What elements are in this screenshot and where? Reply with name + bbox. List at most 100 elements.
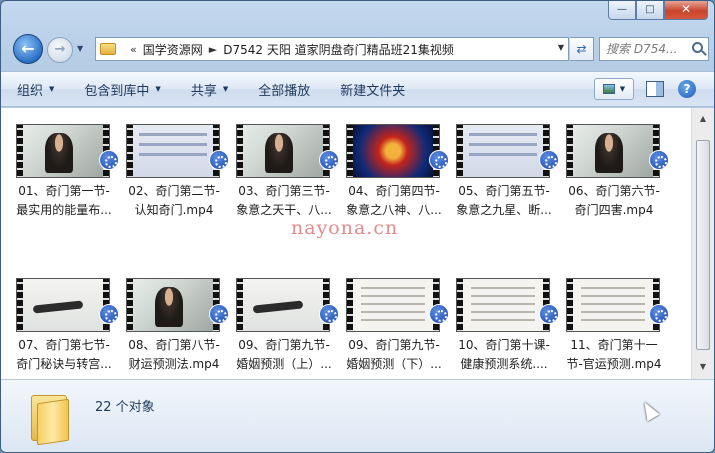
file-name-line-1: 02、奇门第二节- <box>128 184 220 198</box>
file-name-line-1: 01、奇门第一节- <box>18 184 110 198</box>
media-player-icon <box>429 150 449 170</box>
media-player-icon <box>209 150 229 170</box>
navigation-bar: ← → ▼ « 国学资源网 ► D7542 天阳 道家阴盘奇门精品班21集视频 … <box>9 31 709 67</box>
media-player-icon <box>649 304 669 324</box>
organize-label: 组织 <box>17 83 44 99</box>
file-name: 09、奇门第九节- 婚姻预测（下）... <box>341 336 447 374</box>
address-dropdown-icon[interactable]: ▼ <box>558 43 564 52</box>
video-thumbnail <box>16 124 110 178</box>
file-name-line-2: 健康预测系统.... <box>460 357 548 371</box>
media-player-icon <box>319 150 339 170</box>
close-button[interactable]: ✕ <box>664 1 708 20</box>
watermark-text: nayona.cn <box>291 217 399 239</box>
back-button[interactable]: ← <box>13 34 43 64</box>
breadcrumb-separator-icon[interactable]: ► <box>209 43 217 56</box>
video-thumbnail <box>126 278 220 332</box>
file-name-line-1: 04、奇门第四节- <box>348 184 440 198</box>
address-bar[interactable]: « 国学资源网 ► D7542 天阳 道家阴盘奇门精品班21集视频 ▼ <box>95 37 569 61</box>
file-name-line-2: 节-官运预测.mp4 <box>566 357 662 371</box>
file-item[interactable]: 02、奇门第二节- 认知奇门.mp4 <box>121 108 229 228</box>
file-item[interactable]: 08、奇门第八节- 财运预测法.mp4 <box>121 262 229 382</box>
scroll-up-icon[interactable]: ▲ <box>696 112 710 126</box>
file-item[interactable]: 03、奇门第三节- 象意之天干、八... <box>231 108 339 228</box>
file-name: 03、奇门第三节- 象意之天干、八... <box>231 182 337 220</box>
vertical-scrollbar[interactable]: ▲ ▼ <box>691 108 714 379</box>
file-name-line-1: 08、奇门第八节- <box>128 338 220 352</box>
file-list[interactable]: 01、奇门第一节- 最实用的能量布... 02、奇门第二节- 认知奇门.mp4 03、奇… <box>1 108 691 379</box>
media-player-icon <box>99 150 119 170</box>
file-name-line-1: 06、奇门第六节- <box>568 184 660 198</box>
file-item[interactable]: 06、奇门第六节- 奇门四害.mp4 <box>561 108 669 228</box>
preview-pane-icon[interactable] <box>646 81 664 97</box>
file-name-line-1: 09、奇门第九节- <box>238 338 330 352</box>
scrollbar-thumb[interactable] <box>696 140 710 350</box>
file-name-line-1: 03、奇门第三节- <box>238 184 330 198</box>
thumbnail-view-icon <box>602 84 615 94</box>
search-input[interactable]: 搜索 D754... <box>599 37 709 61</box>
file-item[interactable]: 09、奇门第九节- 婚姻预测（上）... <box>231 262 339 382</box>
organize-menu[interactable]: 组织 ▼ <box>17 80 54 99</box>
file-item[interactable]: 10、奇门第十课- 健康预测系统.... <box>451 262 559 382</box>
video-thumbnail <box>566 278 660 332</box>
include-in-library-menu[interactable]: 包含到库中 ▼ <box>84 80 160 99</box>
video-thumbnail <box>236 278 330 332</box>
file-name-line-1: 05、奇门第五节- <box>458 184 550 198</box>
file-name-line-1: 07、奇门第七节- <box>18 338 110 352</box>
video-thumbnail <box>126 124 220 178</box>
file-name: 05、奇门第五节- 象意之九星、断... <box>451 182 557 220</box>
forward-button[interactable]: → <box>47 37 73 63</box>
refresh-button[interactable]: ⇄ <box>570 37 594 61</box>
new-folder-button[interactable]: 新建文件夹 <box>340 80 405 99</box>
explorer-window: — □ ✕ ← → ▼ « 国学资源网 ► D7542 天阳 道家阴盘奇门精品班… <box>0 0 715 453</box>
change-view-button[interactable]: ▼ <box>594 78 634 100</box>
file-name: 01、奇门第一节- 最实用的能量布... <box>11 182 117 220</box>
breadcrumb-overflow-icon[interactable]: « <box>130 43 137 56</box>
video-thumbnail <box>346 278 440 332</box>
search-icon[interactable] <box>692 42 703 53</box>
folder-icon <box>100 43 116 55</box>
file-item[interactable]: 01、奇门第一节- 最实用的能量布... <box>11 108 119 228</box>
video-thumbnail <box>456 278 550 332</box>
recent-pages-chevron-down-icon[interactable]: ▼ <box>77 44 83 53</box>
video-thumbnail <box>346 124 440 178</box>
media-player-icon <box>539 150 559 170</box>
file-item[interactable]: 05、奇门第五节- 象意之九星、断... <box>451 108 559 228</box>
file-item[interactable]: 11、奇门第十一 节-官运预测.mp4 <box>561 262 669 382</box>
media-player-icon <box>209 304 229 324</box>
include-in-library-label: 包含到库中 <box>84 83 150 99</box>
video-thumbnail <box>566 124 660 178</box>
media-player-icon <box>429 304 449 324</box>
file-name: 04、奇门第四节- 象意之八神、八... <box>341 182 447 220</box>
file-name: 09、奇门第九节- 婚姻预测（上）... <box>231 336 337 374</box>
caption-buttons: — □ ✕ <box>608 1 708 20</box>
file-name: 07、奇门第七节- 奇门秘诀与转宫... <box>11 336 117 374</box>
breadcrumb-item-current[interactable]: D7542 天阳 道家阴盘奇门精品班21集视频 <box>223 41 454 58</box>
video-thumbnail <box>236 124 330 178</box>
file-name: 11、奇门第十一 节-官运预测.mp4 <box>561 336 667 374</box>
chevron-down-icon: ▼ <box>222 85 229 93</box>
play-all-button[interactable]: 全部播放 <box>258 80 310 99</box>
details-pane: 22 个对象 <box>1 379 714 452</box>
file-name: 10、奇门第十课- 健康预测系统.... <box>451 336 557 374</box>
file-item[interactable]: 04、奇门第四节- 象意之八神、八... <box>341 108 449 228</box>
file-name-line-1: 10、奇门第十课- <box>458 338 550 352</box>
folder-icon <box>29 395 69 446</box>
file-name-line-2: 象意之九星、断... <box>456 203 552 217</box>
file-name-line-2: 奇门四害.mp4 <box>574 203 654 217</box>
breadcrumb-item-root[interactable]: 国学资源网 <box>143 41 203 58</box>
command-bar: 组织 ▼ 包含到库中 ▼ 共享 ▼ 全部播放 新建文件夹 ▼ ? <box>1 71 714 107</box>
media-player-icon <box>99 304 119 324</box>
file-name-line-2: 婚姻预测（上）... <box>236 357 332 371</box>
scroll-down-icon[interactable]: ▼ <box>696 360 710 374</box>
chevron-down-icon: ▼ <box>49 85 55 93</box>
view-controls: ▼ ? <box>594 78 696 100</box>
minimize-button[interactable]: — <box>608 1 636 20</box>
file-item[interactable]: 09、奇门第九节- 婚姻预测（下）... <box>341 262 449 382</box>
help-icon[interactable]: ? <box>678 80 696 98</box>
share-menu[interactable]: 共享 ▼ <box>191 80 228 99</box>
maximize-button[interactable]: □ <box>636 1 664 20</box>
file-name-line-1: 09、奇门第九节- <box>348 338 440 352</box>
file-item[interactable]: 07、奇门第七节- 奇门秘诀与转宫... <box>11 262 119 382</box>
file-name-line-1: 11、奇门第十一 <box>570 338 658 352</box>
video-thumbnail <box>16 278 110 332</box>
